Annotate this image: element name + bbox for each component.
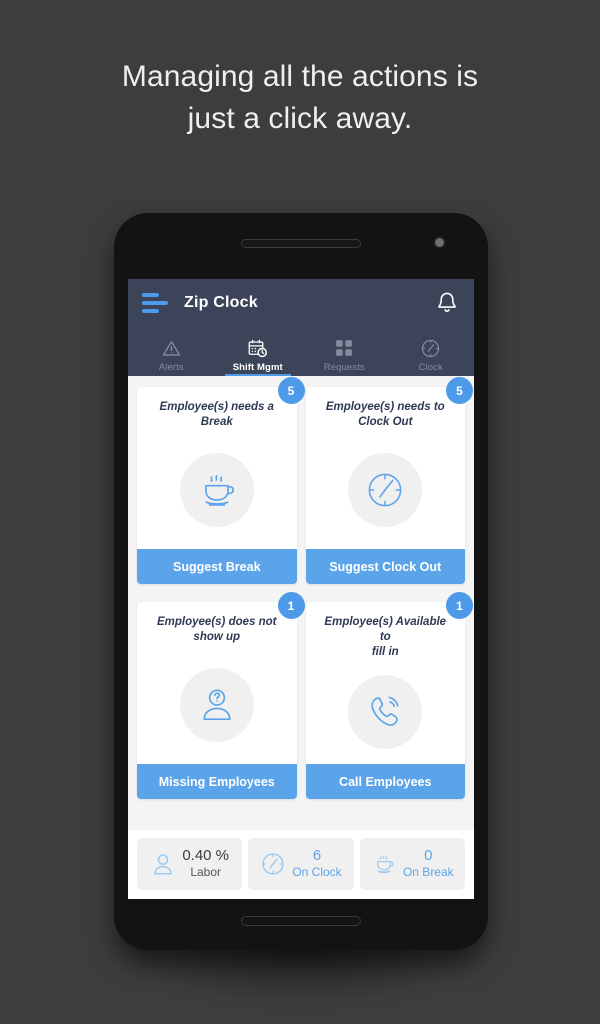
warning-triangle-icon [161, 337, 182, 359]
clock-icon [260, 851, 286, 877]
tab-requests[interactable]: Requests [301, 326, 388, 376]
phone-earpiece [241, 239, 361, 248]
status-badge: 1 [277, 592, 305, 619]
card-icon-wrap [306, 430, 466, 549]
coffee-cup-icon [179, 452, 254, 527]
card-call-employees[interactable]: 1 Employee(s) Available to fill in Call … [305, 592, 473, 799]
card-title: Employee(s) needs a Break [137, 387, 297, 430]
card-title: Employee(s) Available to fill in [306, 602, 466, 660]
stat-on-break[interactable]: 0 On Break [359, 838, 465, 890]
phone-device-frame: Zip Clock Alerts Shift Mgmt Requests Clo… [114, 213, 488, 950]
hamburger-menu-icon[interactable] [142, 292, 170, 313]
suggest-break-button[interactable]: Suggest Break [137, 549, 297, 584]
coffee-cup-icon [371, 851, 397, 877]
promo-headline: Managing all the actions is just a click… [0, 56, 600, 140]
tab-bar: Alerts Shift Mgmt Requests Clock [128, 326, 474, 376]
summary-stats-bar: 0.40 % Labor 6 On Clock 0 On Break [128, 830, 474, 899]
card-title-line-2: Break [200, 416, 233, 428]
headline-line-1: Managing all the actions is [121, 60, 479, 93]
tab-clock[interactable]: Clock [388, 326, 475, 376]
clock-icon [348, 452, 423, 527]
grid-squares-icon [334, 337, 354, 359]
stat-value: 0 [424, 847, 433, 864]
card-title-line-2: Clock Out [358, 416, 413, 428]
tab-alerts[interactable]: Alerts [128, 326, 215, 376]
phone-screen: Zip Clock Alerts Shift Mgmt Requests Clo… [128, 279, 474, 899]
card-title-line-2: fill in [371, 646, 399, 658]
card-title-line-1: Employee(s) does not [157, 616, 277, 628]
calendar-clock-icon [247, 337, 268, 359]
tab-clock-label: Clock [418, 362, 443, 373]
tab-shift-mgmt-label: Shift Mgmt [232, 362, 283, 373]
card-title-line-2: show up [193, 631, 241, 643]
stat-value: 6 [312, 847, 322, 864]
card-title: Employee(s) does not show up [137, 602, 297, 645]
stat-value: 0.40 % [182, 847, 230, 864]
card-title: Employee(s) needs to Clock Out [306, 387, 466, 430]
app-title: Zip Clock [184, 293, 258, 311]
status-badge: 5 [446, 377, 473, 404]
stat-labor[interactable]: 0.40 % Labor [137, 838, 243, 890]
card-icon-wrap [306, 660, 466, 764]
card-title-line-1: Employee(s) needs to [325, 401, 445, 413]
suggest-clock-out-button[interactable]: Suggest Clock Out [305, 549, 465, 584]
card-title-line-1: Employee(s) Available to [324, 616, 447, 643]
phone-handset-icon [348, 675, 423, 749]
card-suggest-clock-out[interactable]: 5 Employee(s) needs to Clock Out Suggest… [305, 377, 473, 584]
tab-requests-label: Requests [323, 362, 365, 373]
app-bar: Zip Clock [128, 279, 474, 326]
card-missing-employees[interactable]: 1 Employee(s) does not show up Missing E… [137, 592, 305, 799]
stat-label: On Break [402, 865, 454, 879]
status-badge: 5 [277, 377, 305, 404]
stat-text: 6 On Clock [292, 848, 341, 880]
action-card-grid: 5 Employee(s) needs a Break Suggest Brea… [137, 377, 473, 830]
stat-text: 0.40 % Labor [182, 848, 229, 880]
headline-line-2: just a click away. [187, 102, 413, 135]
status-badge: 1 [446, 592, 473, 619]
shift-mgmt-content: 5 Employee(s) needs a Break Suggest Brea… [128, 376, 474, 899]
card-icon-wrap [137, 430, 297, 549]
stat-text: 0 On Break [403, 848, 454, 880]
card-suggest-break[interactable]: 5 Employee(s) needs a Break Suggest Brea… [137, 377, 305, 584]
stat-on-clock[interactable]: 6 On Clock [248, 838, 354, 890]
person-icon [150, 851, 176, 877]
call-employees-button[interactable]: Call Employees [305, 764, 465, 799]
card-icon-wrap [137, 645, 297, 764]
phone-front-camera [433, 236, 446, 249]
person-question-icon [179, 667, 254, 742]
stat-label: On Clock [292, 865, 342, 879]
bell-icon[interactable] [434, 290, 460, 316]
clock-icon [420, 337, 441, 359]
stat-label: Labor [190, 865, 222, 879]
tab-alerts-label: Alerts [158, 362, 184, 373]
phone-speaker-grille [241, 916, 361, 926]
missing-employees-button[interactable]: Missing Employees [137, 764, 297, 799]
card-title-line-1: Employee(s) needs a [159, 401, 274, 413]
tab-shift-mgmt[interactable]: Shift Mgmt [215, 326, 302, 376]
